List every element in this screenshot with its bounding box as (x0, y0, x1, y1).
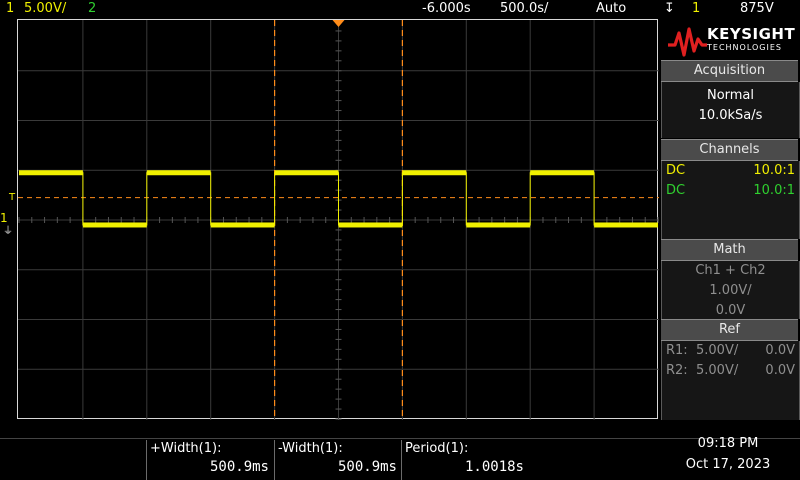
ch1-coupling: DC (666, 163, 686, 178)
trigger-mode[interactable]: Auto (596, 0, 626, 18)
ch1-waveform-level (402, 170, 467, 176)
acquisition-body[interactable]: Normal 10.0kSa/s (661, 82, 800, 138)
trigger-position-marker (332, 20, 345, 27)
measurement-label: +Width(1): (150, 441, 222, 456)
ch1-waveform-level (146, 170, 211, 176)
trigger-edge-icon: ↧ (664, 1, 675, 16)
trigger-source[interactable]: 1 (692, 0, 700, 18)
math-scale: 1.00V/ (709, 283, 752, 298)
ch1-number[interactable]: 1 (6, 0, 14, 18)
brand-name: KEYSIGHT (707, 25, 796, 43)
measurement-label: Period(1): (405, 441, 469, 456)
measurement-period[interactable]: Period(1): 1.0018s (401, 440, 528, 480)
ref-body[interactable]: R1: 5.00V/ 0.0V R2: 5.00V/ 0.0V (661, 341, 800, 420)
keysight-wave-icon (668, 27, 707, 57)
ground-icon: ⏚ (3, 226, 13, 237)
ch1-waveform-edges (19, 172, 658, 226)
ch1-waveform-level (530, 170, 595, 176)
ref1-scale: 5.00V/ (696, 343, 739, 358)
measurement-pos-width[interactable]: +Width(1): 500.9ms (146, 440, 273, 480)
channels-body[interactable]: DC 10.0:1 DC 10.0:1 (661, 161, 800, 239)
clock-date: Oct 17, 2023 (685, 457, 771, 472)
ch2-probe: 10.0:1 (753, 183, 795, 198)
measurement-label: -Width(1): (278, 441, 343, 456)
ch1-scale[interactable]: 5.00V/ (24, 0, 66, 18)
ch1-waveform-level (82, 222, 147, 228)
math-expression: Ch1 + Ch2 (695, 263, 766, 278)
side-panel: KEYSIGHT TECHNOLOGIES Acquisition Normal… (659, 19, 800, 420)
keysight-logo: KEYSIGHT TECHNOLOGIES (659, 19, 800, 61)
measurement-value: 500.9ms (209, 459, 269, 475)
ch1-waveform-level (210, 222, 275, 228)
trigger-level[interactable]: 875V (740, 0, 774, 18)
measurement-neg-width[interactable]: -Width(1): 500.9ms (274, 440, 401, 480)
measurement-value: 500.9ms (337, 459, 397, 475)
ref1-offset: 0.0V (765, 343, 795, 358)
ch1-waveform-level (466, 222, 531, 228)
clock-time: 09:18 PM (697, 436, 759, 451)
ref2-scale: 5.00V/ (696, 363, 739, 378)
ch1-waveform-level (19, 170, 83, 176)
acquisition-header[interactable]: Acquisition (661, 60, 798, 82)
math-header[interactable]: Math (661, 239, 798, 261)
status-bar: 1 5.00V/ 2 -6.000s 500.0s/ Auto ↧ 1 875V (0, 0, 800, 18)
measurement-bar: +Width(1): 500.9ms -Width(1): 500.9ms Pe… (0, 420, 800, 480)
ch1-waveform-level (338, 222, 403, 228)
ch1-waveform-level (594, 222, 658, 228)
horizontal-offset[interactable]: -6.000s (422, 0, 471, 18)
waveform-display[interactable] (17, 19, 659, 420)
ch2-number[interactable]: 2 (88, 0, 96, 18)
math-offset: 0.0V (715, 303, 746, 318)
channels-header[interactable]: Channels (661, 139, 798, 161)
sample-rate: 10.0kSa/s (698, 108, 763, 123)
ref1-name: R1: (666, 343, 688, 358)
acquisition-mode: Normal (706, 88, 755, 103)
timebase-scale[interactable]: 500.0s/ (500, 0, 548, 18)
ref-header[interactable]: Ref (661, 319, 798, 341)
ch1-probe: 10.0:1 (753, 163, 795, 178)
math-body[interactable]: Ch1 + Ch2 1.00V/ 0.0V (661, 261, 800, 319)
ch2-coupling: DC (666, 183, 686, 198)
trigger-level-marker[interactable]: T (9, 192, 15, 203)
ref2-offset: 0.0V (765, 363, 795, 378)
ref2-name: R2: (666, 363, 688, 378)
ch1-waveform-level (274, 170, 339, 176)
graticule (18, 20, 659, 420)
brand-subtitle: TECHNOLOGIES (707, 43, 782, 52)
measurement-value: 1.0018s (464, 459, 524, 475)
